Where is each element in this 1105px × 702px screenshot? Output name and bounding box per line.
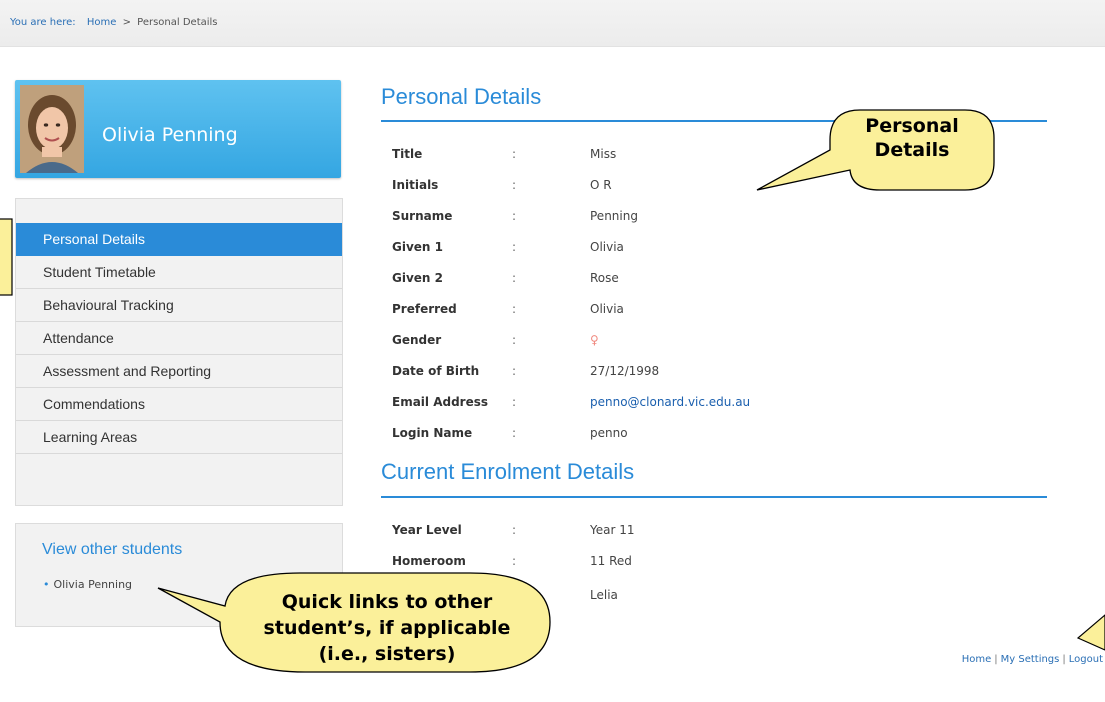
field-value: penno: [590, 426, 628, 440]
breadcrumb-current: Personal Details: [137, 17, 218, 28]
field-label: Email Address: [392, 395, 489, 409]
sidebar-item-behavioural-tracking[interactable]: Behavioural Tracking: [16, 289, 342, 322]
personal-details-callout-text: Personal Details: [865, 115, 959, 161]
footer-separator: |: [994, 654, 998, 665]
breadcrumb-bar: You are here: Home > Personal Details: [0, 0, 1105, 47]
field-separator: :: [512, 178, 517, 192]
field-label: Year Level: [392, 523, 462, 537]
other-student-link[interactable]: • Olivia Penning: [43, 578, 132, 591]
field-label: Surname: [392, 209, 453, 223]
field-value: Olivia: [590, 302, 624, 316]
field-separator: :: [512, 240, 517, 254]
field-value: Lelia: [590, 588, 618, 602]
email-link[interactable]: penno@clonard.vic.edu.au: [590, 395, 750, 409]
breadcrumb-home-link[interactable]: Home: [87, 17, 117, 28]
field-separator: :: [512, 209, 517, 223]
field-label: Title: [392, 147, 423, 161]
field-value: Year 11: [590, 523, 635, 537]
field-value: Penning: [590, 209, 638, 223]
sidebar-item-learning-areas[interactable]: Learning Areas: [16, 421, 342, 454]
field-label: Given 2: [392, 271, 443, 285]
student-profile-card: Olivia Penning: [15, 80, 341, 178]
female-symbol-icon: ♀: [590, 333, 599, 347]
field-label: Preferred: [392, 302, 457, 316]
field-separator: :: [512, 554, 517, 568]
sidebar-item-personal-details[interactable]: Personal Details: [16, 223, 342, 256]
avatar: [20, 85, 84, 173]
breadcrumb: You are here: Home > Personal Details: [10, 17, 218, 28]
footer-settings-link[interactable]: My Settings: [1001, 654, 1060, 665]
field-value: Olivia: [590, 240, 624, 254]
field-label: Date of Birth: [392, 364, 480, 378]
field-separator: :: [512, 271, 517, 285]
field-value: 27/12/1998: [590, 364, 660, 378]
breadcrumb-separator: >: [122, 17, 131, 28]
breadcrumb-lead: You are here:: [10, 17, 76, 28]
field-separator: :: [512, 523, 517, 537]
sidebar-item-attendance[interactable]: Attendance: [16, 322, 342, 355]
quick-links-callout-text: Quick links to other student’s, if appli…: [263, 591, 511, 665]
partial-callout-left: [0, 218, 13, 296]
field-label: Login Name: [392, 426, 473, 440]
student-name: Olivia Penning: [102, 124, 238, 146]
footer-logout-link[interactable]: Logout: [1069, 654, 1103, 665]
field-separator: :: [512, 333, 517, 347]
other-student-name[interactable]: Olivia Penning: [54, 578, 133, 591]
enrolment-divider: [381, 496, 1047, 498]
field-label: Gender: [392, 333, 442, 347]
student-photo-icon: [20, 85, 84, 173]
field-label: Initials: [392, 178, 439, 192]
field-value: 11 Red: [590, 554, 632, 568]
field-separator: :: [512, 302, 517, 316]
footer-home-link[interactable]: Home: [962, 654, 992, 665]
field-label: Homeroom: [392, 554, 466, 568]
field-separator: :: [512, 426, 517, 440]
footer-separator: |: [1062, 654, 1066, 665]
field-separator: :: [512, 364, 517, 378]
sidebar-item-student-timetable[interactable]: Student Timetable: [16, 256, 342, 289]
sidebar-menu: Personal Details Student Timetable Behav…: [15, 198, 343, 506]
field-label: Given 1: [392, 240, 443, 254]
field-separator: :: [512, 395, 517, 409]
footer-links: Home | My Settings | Logout: [962, 654, 1103, 665]
bullet-icon: •: [43, 578, 50, 591]
personal-details-heading: Personal Details: [381, 84, 542, 109]
sidebar-item-commendations[interactable]: Commendations: [16, 388, 342, 421]
other-students-title: View other students: [42, 541, 183, 558]
field-value: O R: [590, 178, 612, 192]
partial-callout-right: [1076, 614, 1105, 651]
sidebar-item-assessment-reporting[interactable]: Assessment and Reporting: [16, 355, 342, 388]
field-value: Rose: [590, 271, 619, 285]
field-separator: :: [512, 147, 517, 161]
enrolment-heading: Current Enrolment Details: [381, 459, 635, 484]
field-value: Miss: [590, 147, 617, 161]
